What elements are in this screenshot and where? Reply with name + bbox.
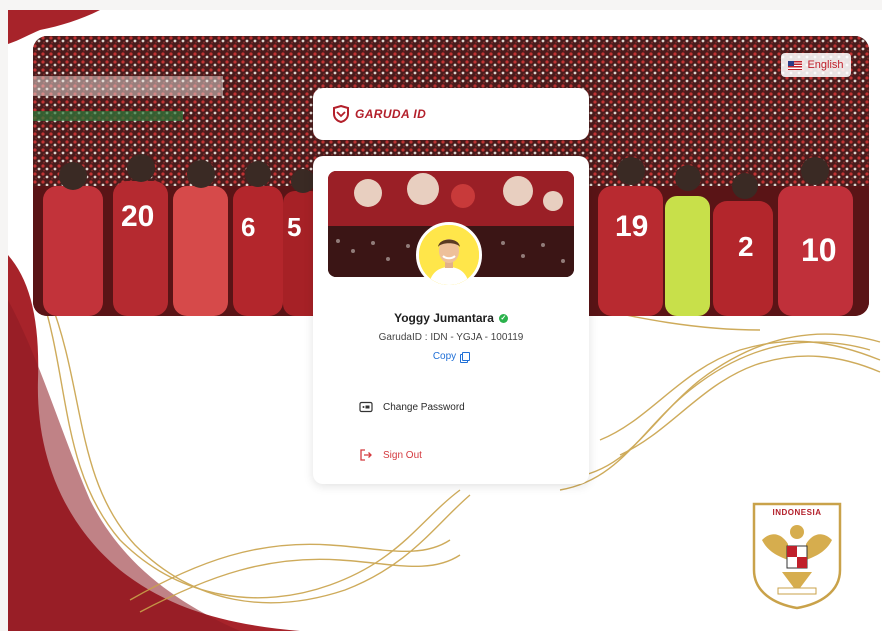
svg-text:20: 20 <box>121 200 154 233</box>
change-password-button[interactable]: Change Password <box>333 393 569 421</box>
sign-out-icon <box>360 449 372 461</box>
indonesia-emblem-logo: INDONESIA <box>752 502 842 610</box>
svg-text:19: 19 <box>615 210 648 243</box>
sign-out-button[interactable]: Sign Out <box>333 441 569 469</box>
svg-text:2: 2 <box>738 231 754 262</box>
profile-card: Yoggy Jumantara ✓ GarudaID : IDN - YGJA … <box>313 156 589 484</box>
language-button[interactable]: English <box>781 53 851 77</box>
profile-name-row: Yoggy Jumantara ✓ <box>313 311 589 325</box>
language-label: English <box>807 59 844 71</box>
us-flag-icon <box>788 60 803 70</box>
copy-button[interactable]: Copy <box>313 351 589 363</box>
verified-check-icon: ✓ <box>498 313 508 323</box>
profile-name: Yoggy Jumantara <box>394 311 494 325</box>
copy-icon <box>460 351 471 363</box>
emblem-label: INDONESIA <box>773 508 822 517</box>
sign-out-label: Sign Out <box>383 449 422 461</box>
brand-header: GARUDA ID <box>313 88 589 140</box>
brand-name: GARUDA ID <box>355 107 427 121</box>
garuda-shield-icon <box>333 105 349 123</box>
avatar <box>416 222 482 288</box>
change-password-label: Change Password <box>383 401 465 413</box>
garuda-id: GarudaID : IDN - YGJA - 100119 <box>378 332 524 343</box>
password-key-icon <box>359 401 373 413</box>
svg-text:5: 5 <box>287 212 301 242</box>
svg-text:6: 6 <box>241 212 255 242</box>
copy-label: Copy <box>432 351 457 362</box>
svg-text:10: 10 <box>801 232 837 268</box>
